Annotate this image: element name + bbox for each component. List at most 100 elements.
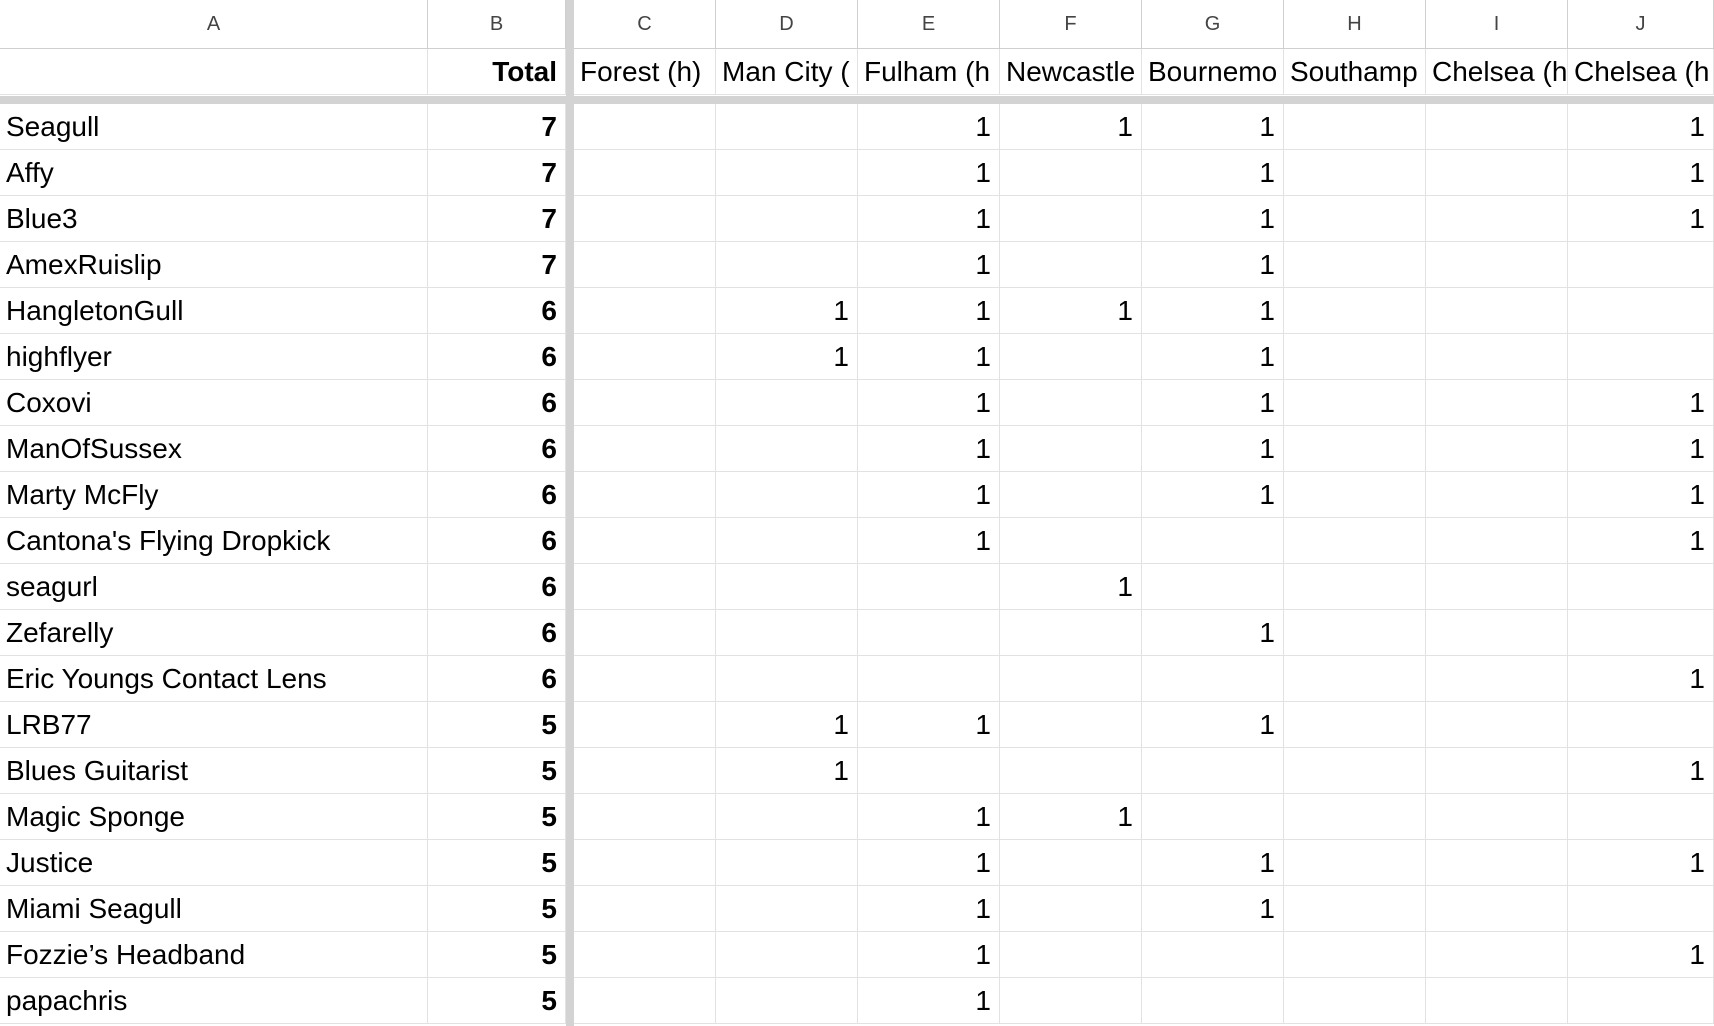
column-header-b[interactable]: B (428, 0, 566, 49)
score-cell-e[interactable]: 1 (858, 794, 1000, 840)
score-cell-g[interactable]: 1 (1142, 334, 1284, 380)
score-cell-g[interactable] (1142, 564, 1284, 610)
score-cell-e[interactable]: 1 (858, 978, 1000, 1024)
score-cell-c[interactable] (574, 518, 716, 564)
score-cell-i[interactable] (1426, 518, 1568, 564)
score-cell-h[interactable] (1284, 426, 1426, 472)
total-cell[interactable]: 7 (428, 242, 566, 288)
label-cell-j[interactable]: Chelsea (h (1568, 49, 1714, 95)
score-cell-j[interactable]: 1 (1568, 472, 1714, 518)
score-cell-g[interactable]: 1 (1142, 702, 1284, 748)
score-cell-h[interactable] (1284, 242, 1426, 288)
score-cell-e[interactable] (858, 656, 1000, 702)
score-cell-i[interactable] (1426, 150, 1568, 196)
player-name-cell[interactable]: Zefarelly (0, 610, 428, 656)
score-cell-d[interactable] (716, 472, 858, 518)
score-cell-f[interactable] (1000, 886, 1142, 932)
score-cell-h[interactable] (1284, 288, 1426, 334)
score-cell-d[interactable] (716, 886, 858, 932)
score-cell-d[interactable]: 1 (716, 748, 858, 794)
score-cell-d[interactable] (716, 840, 858, 886)
total-cell[interactable]: 5 (428, 794, 566, 840)
score-cell-j[interactable]: 1 (1568, 656, 1714, 702)
score-cell-h[interactable] (1284, 472, 1426, 518)
score-cell-e[interactable]: 1 (858, 288, 1000, 334)
score-cell-c[interactable] (574, 656, 716, 702)
score-cell-f[interactable] (1000, 840, 1142, 886)
score-cell-f[interactable] (1000, 472, 1142, 518)
score-cell-i[interactable] (1426, 334, 1568, 380)
player-name-cell[interactable]: Blue3 (0, 196, 428, 242)
score-cell-g[interactable]: 1 (1142, 150, 1284, 196)
score-cell-g[interactable]: 1 (1142, 196, 1284, 242)
score-cell-f[interactable] (1000, 334, 1142, 380)
score-cell-j[interactable] (1568, 334, 1714, 380)
score-cell-e[interactable] (858, 748, 1000, 794)
label-cell-f[interactable]: Newcastle (1000, 49, 1142, 95)
score-cell-j[interactable] (1568, 564, 1714, 610)
score-cell-f[interactable] (1000, 518, 1142, 564)
score-cell-e[interactable]: 1 (858, 702, 1000, 748)
player-name-cell[interactable]: papachris (0, 978, 428, 1024)
column-header-c[interactable]: C (574, 0, 716, 49)
column-header-g[interactable]: G (1142, 0, 1284, 49)
score-cell-g[interactable]: 1 (1142, 104, 1284, 150)
label-cell-h[interactable]: Southamp (1284, 49, 1426, 95)
score-cell-j[interactable]: 1 (1568, 748, 1714, 794)
score-cell-h[interactable] (1284, 380, 1426, 426)
score-cell-c[interactable] (574, 426, 716, 472)
score-cell-f[interactable] (1000, 978, 1142, 1024)
spreadsheet-grid[interactable]: A B C D E F G H I J Total Forest (h) Man City (Fulha… (0, 0, 1714, 1026)
score-cell-d[interactable] (716, 656, 858, 702)
score-cell-g[interactable] (1142, 794, 1284, 840)
score-cell-c[interactable] (574, 748, 716, 794)
score-cell-f[interactable] (1000, 702, 1142, 748)
total-cell[interactable]: 5 (428, 748, 566, 794)
player-name-cell[interactable]: Cantona's Flying Dropkick (0, 518, 428, 564)
score-cell-c[interactable] (574, 978, 716, 1024)
score-cell-d[interactable] (716, 932, 858, 978)
score-cell-d[interactable] (716, 380, 858, 426)
total-cell[interactable]: 6 (428, 288, 566, 334)
player-name-cell[interactable]: Magic Sponge (0, 794, 428, 840)
total-cell[interactable]: 5 (428, 702, 566, 748)
score-cell-j[interactable]: 1 (1568, 380, 1714, 426)
score-cell-e[interactable]: 1 (858, 196, 1000, 242)
score-cell-d[interactable] (716, 150, 858, 196)
total-cell[interactable]: 7 (428, 196, 566, 242)
player-name-cell[interactable]: Fozzie’s Headband (0, 932, 428, 978)
score-cell-d[interactable]: 1 (716, 288, 858, 334)
label-cell-d[interactable]: Man City ( (716, 49, 858, 95)
score-cell-i[interactable] (1426, 380, 1568, 426)
score-cell-f[interactable] (1000, 932, 1142, 978)
score-cell-j[interactable] (1568, 978, 1714, 1024)
player-name-cell[interactable]: Miami Seagull (0, 886, 428, 932)
score-cell-i[interactable] (1426, 196, 1568, 242)
score-cell-d[interactable] (716, 564, 858, 610)
score-cell-e[interactable]: 1 (858, 334, 1000, 380)
score-cell-c[interactable] (574, 702, 716, 748)
score-cell-j[interactable] (1568, 610, 1714, 656)
frozen-column-divider[interactable] (566, 0, 574, 1026)
label-cell-a[interactable] (0, 49, 428, 95)
player-name-cell[interactable]: Seagull (0, 104, 428, 150)
score-cell-i[interactable] (1426, 932, 1568, 978)
score-cell-c[interactable] (574, 794, 716, 840)
score-cell-i[interactable] (1426, 656, 1568, 702)
score-cell-h[interactable] (1284, 656, 1426, 702)
score-cell-i[interactable] (1426, 840, 1568, 886)
score-cell-i[interactable] (1426, 242, 1568, 288)
score-cell-i[interactable] (1426, 610, 1568, 656)
score-cell-e[interactable]: 1 (858, 886, 1000, 932)
total-cell[interactable]: 6 (428, 426, 566, 472)
score-cell-c[interactable] (574, 840, 716, 886)
player-name-cell[interactable]: AmexRuislip (0, 242, 428, 288)
total-cell[interactable]: 6 (428, 472, 566, 518)
score-cell-j[interactable] (1568, 702, 1714, 748)
total-cell[interactable]: 5 (428, 840, 566, 886)
score-cell-e[interactable] (858, 610, 1000, 656)
score-cell-g[interactable]: 1 (1142, 840, 1284, 886)
score-cell-j[interactable]: 1 (1568, 518, 1714, 564)
column-header-h[interactable]: H (1284, 0, 1426, 49)
column-header-a[interactable]: A (0, 0, 428, 49)
